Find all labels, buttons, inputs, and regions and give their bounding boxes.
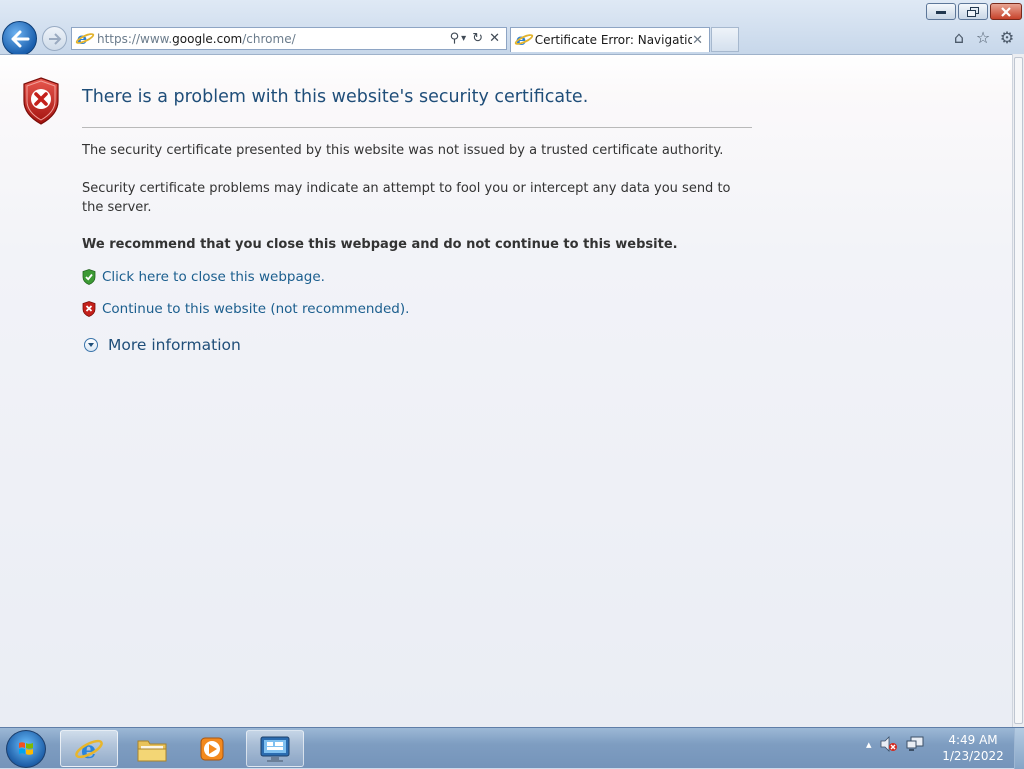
taskbar-remote-desktop[interactable] bbox=[246, 730, 304, 767]
taskbar-media-player[interactable] bbox=[194, 730, 230, 767]
forward-arrow-icon bbox=[48, 32, 61, 45]
warning-text: Security certificate problems may indica… bbox=[82, 181, 731, 215]
tab-favicon-icon: e bbox=[513, 30, 535, 49]
back-button[interactable] bbox=[2, 21, 37, 56]
clock-time: 4:49 AM bbox=[948, 733, 998, 747]
explanation-text: The security certificate presented by th… bbox=[82, 143, 724, 158]
forward-button[interactable] bbox=[42, 26, 67, 51]
page-favicon-icon: e bbox=[74, 29, 96, 48]
system-clock[interactable]: 4:49 AM 1/23/2022 bbox=[936, 732, 1010, 764]
start-button[interactable] bbox=[6, 730, 46, 768]
browser-toolbar: e https://www.google.com/chrome/ ⚲ ▾ ↻ ✕… bbox=[0, 0, 1024, 56]
back-arrow-icon bbox=[11, 30, 29, 47]
favorites-star-icon[interactable]: ☆ bbox=[973, 27, 993, 47]
tab-certificate-error[interactable]: e Certificate Error: Navigatio... ✕ bbox=[510, 27, 710, 52]
taskbar-internet-explorer[interactable]: e bbox=[60, 730, 118, 767]
show-desktop-button[interactable] bbox=[1014, 728, 1024, 769]
scrollbar-thumb[interactable] bbox=[1014, 57, 1023, 724]
more-information-toggle[interactable]: More information bbox=[84, 336, 241, 354]
chevron-down-icon[interactable]: ▾ bbox=[461, 33, 466, 44]
minimize-icon bbox=[936, 10, 946, 14]
green-shield-check-icon bbox=[82, 269, 96, 285]
windows-explorer-icon bbox=[137, 740, 167, 761]
close-webpage-link[interactable]: Click here to close this webpage. bbox=[102, 269, 325, 285]
network-icon[interactable] bbox=[906, 736, 924, 752]
page-title: There is a problem with this website's s… bbox=[82, 87, 589, 107]
continue-link-row: Continue to this website (not recommende… bbox=[82, 301, 409, 317]
address-bar[interactable]: e https://www.google.com/chrome/ ⚲ ▾ ↻ ✕ bbox=[71, 27, 507, 50]
page-content: There is a problem with this website's s… bbox=[0, 54, 1012, 727]
restore-button[interactable] bbox=[958, 3, 988, 20]
windows-logo-icon bbox=[19, 742, 33, 755]
restore-icon bbox=[967, 6, 979, 17]
system-tray: ▴ bbox=[866, 736, 924, 752]
more-information-label: More information bbox=[108, 336, 241, 354]
clock-date: 1/23/2022 bbox=[942, 749, 1004, 763]
expand-chevron-icon bbox=[84, 338, 98, 352]
red-shield-x-icon bbox=[82, 301, 96, 317]
taskbar: e ▴ 4:49 AM 1/23/2022 bbox=[0, 727, 1024, 769]
stop-icon[interactable]: ✕ bbox=[489, 31, 500, 46]
svg-text:e: e bbox=[81, 735, 96, 764]
close-icon bbox=[1001, 6, 1011, 17]
internet-explorer-icon: e bbox=[75, 735, 103, 764]
new-tab-button[interactable] bbox=[711, 27, 739, 52]
tab-title: Certificate Error: Navigatio... bbox=[534, 33, 693, 47]
url-text[interactable]: https://www.google.com/chrome/ bbox=[97, 32, 296, 46]
media-player-icon bbox=[200, 737, 224, 760]
tab-close-icon[interactable]: ✕ bbox=[692, 33, 703, 48]
search-icon[interactable]: ⚲ bbox=[450, 31, 460, 46]
close-window-button[interactable] bbox=[990, 3, 1022, 20]
recommendation-text: We recommend that you close this webpage… bbox=[82, 237, 678, 252]
close-page-link-row: Click here to close this webpage. bbox=[82, 269, 325, 285]
home-icon[interactable]: ⌂ bbox=[949, 27, 969, 47]
show-hidden-icons-chevron-icon[interactable]: ▴ bbox=[866, 738, 872, 751]
divider bbox=[82, 127, 752, 128]
refresh-icon[interactable]: ↻ bbox=[472, 31, 483, 46]
continue-to-website-link[interactable]: Continue to this website (not recommende… bbox=[102, 301, 409, 317]
tools-gear-icon[interactable]: ⚙ bbox=[997, 27, 1017, 47]
red-shield-error-icon bbox=[23, 77, 59, 125]
minimize-button[interactable] bbox=[926, 3, 956, 20]
volume-muted-icon[interactable] bbox=[880, 736, 898, 752]
vertical-scrollbar[interactable] bbox=[1012, 54, 1024, 727]
remote-desktop-icon bbox=[260, 736, 290, 762]
taskbar-windows-explorer[interactable] bbox=[134, 730, 170, 767]
